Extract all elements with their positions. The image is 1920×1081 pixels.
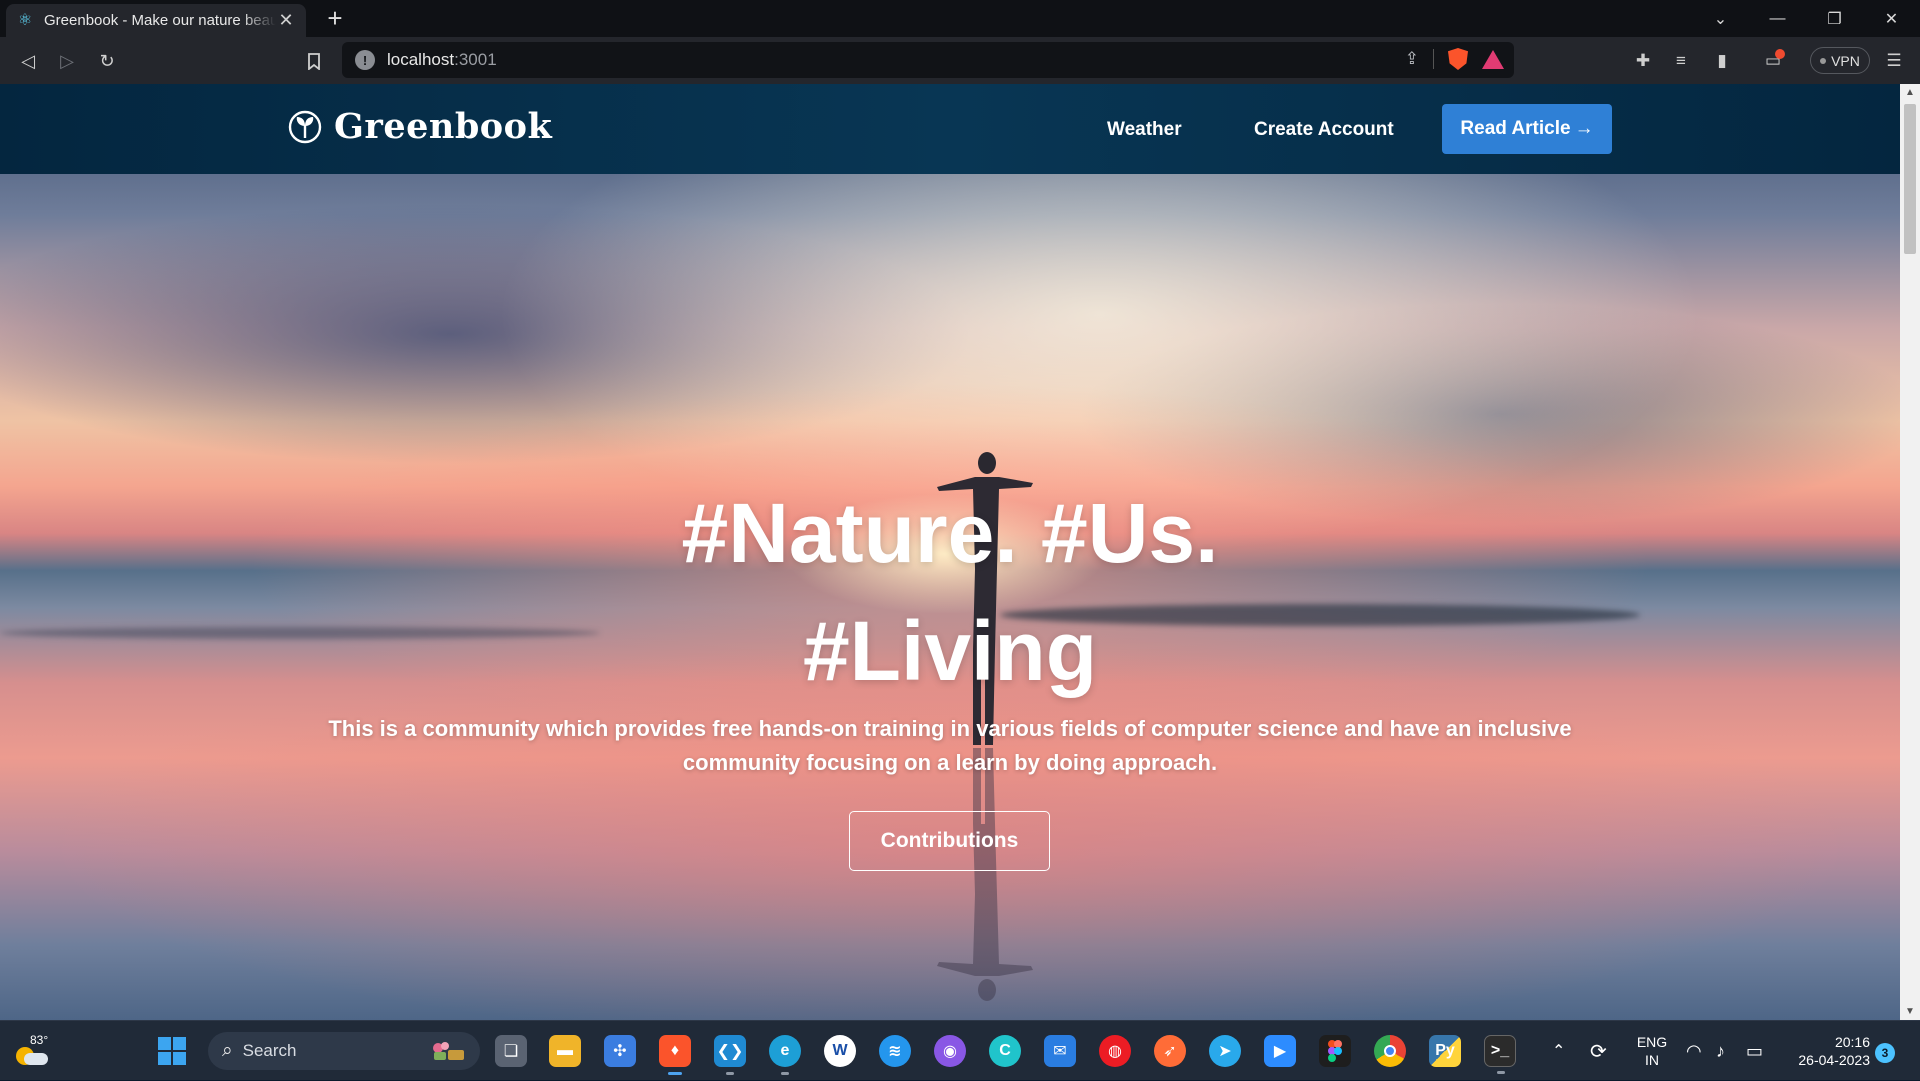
file-explorer-icon[interactable]: ▬ [549, 1035, 581, 1067]
show-hidden-icons-chevron-icon[interactable]: ⌃ [1552, 1021, 1565, 1081]
leaf-logo-icon [288, 110, 322, 143]
bookmark-icon[interactable] [300, 47, 328, 75]
hero-title-line2: #Living [802, 604, 1098, 698]
search-highlight-art-icon [433, 1042, 464, 1060]
volume-icon[interactable]: ♪ [1716, 1021, 1725, 1081]
postman-icon[interactable]: ➶ [1154, 1035, 1186, 1067]
scroll-down-arrow-icon[interactable]: ▼ [1900, 1003, 1920, 1020]
person-reflection [937, 748, 1033, 1001]
canva-icon[interactable]: C [989, 1035, 1021, 1067]
main-menu-icon[interactable]: ☰ [1880, 47, 1908, 75]
clock-time: 20:16 [1834, 1034, 1870, 1050]
task-view-icon[interactable]: ❏ [495, 1035, 527, 1067]
brand-name: Greenbook [334, 106, 553, 147]
vscode-icon[interactable]: ❮❯ [714, 1035, 746, 1075]
scroll-up-arrow-icon[interactable]: ▲ [1900, 84, 1920, 101]
windows-logo-pane [158, 1052, 171, 1065]
hero-subtitle: This is a community which provides free … [328, 716, 1572, 775]
contributions-button[interactable]: Contributions [849, 811, 1050, 871]
back-icon[interactable]: ◁ [14, 47, 42, 75]
page-scrollbar[interactable]: ▲ ▼ [1900, 84, 1920, 1020]
share-icon[interactable]: ⇪ [1405, 49, 1419, 69]
python-icon[interactable]: Py [1429, 1035, 1461, 1067]
read-article-button[interactable]: Read Article → [1442, 104, 1612, 154]
taskbar-search[interactable]: ⌕ Search [208, 1032, 480, 1070]
close-window-icon[interactable]: ✕ [1863, 0, 1920, 37]
chrome-icon[interactable] [1374, 1035, 1406, 1067]
cloud-icon [24, 1053, 48, 1065]
minimize-icon[interactable]: — [1749, 0, 1806, 37]
region-code: IN [1645, 1052, 1659, 1068]
copilot-icon[interactable]: ✣ [604, 1035, 636, 1067]
search-icon: ⌕ [222, 1040, 233, 1061]
windows-logo-pane [173, 1052, 186, 1065]
arrow-right-icon: → [1574, 118, 1594, 139]
zoom-icon[interactable]: ▶ [1264, 1035, 1296, 1067]
playlist-icon[interactable]: ≡ [1667, 47, 1695, 75]
wifi-icon[interactable]: ◠ [1686, 1021, 1702, 1081]
sync-icon[interactable]: ⟳ [1590, 1021, 1607, 1081]
brand-logo-link[interactable]: Greenbook [288, 106, 552, 147]
tab-search-chevron-icon[interactable]: ⌄ [1692, 0, 1749, 37]
vpn-status-dot [1820, 57, 1827, 64]
start-menu-button[interactable] [158, 1037, 186, 1065]
address-bar[interactable]: ! localhost:3001 ⇪ [342, 42, 1514, 78]
restore-icon[interactable]: ❐ [1806, 0, 1863, 37]
window-controls: ⌄ — ❐ ✕ [1692, 0, 1920, 37]
nav-link-create-account[interactable]: Create Account [1254, 119, 1394, 141]
url-text: localhost:3001 [387, 50, 497, 70]
windows-logo-pane [158, 1037, 171, 1050]
site-navbar: Greenbook Weather Create Account Read Ar… [0, 84, 1900, 174]
vpn-button[interactable]: VPN [1810, 47, 1870, 74]
edge-icon[interactable]: e [769, 1035, 801, 1075]
sidebar-icon[interactable]: ▮ [1708, 47, 1736, 75]
new-tab-button[interactable]: + [320, 4, 350, 34]
weather-temperature: 83° [30, 1033, 49, 1047]
tab-close-icon[interactable]: ✕ [276, 10, 296, 31]
browser-tab-active[interactable]: ⚛ Greenbook - Make our nature beautiful … [6, 4, 306, 37]
url-host: localhost [387, 50, 455, 69]
browser-toolbar: ◁ ▷ ↻ ! localhost:3001 ⇪ ✚ ≡ ▮ ▭ VPN ☰ [0, 37, 1920, 84]
forward-icon[interactable]: ▷ [53, 47, 81, 75]
react-favicon-icon: ⚛ [17, 11, 33, 29]
brave-browser-icon[interactable]: ♦ [659, 1035, 691, 1075]
windows-taskbar: 83° ⌕ Search ❏ ▬ ✣ ♦ ❮❯ e W ≋ ◉ C ✉ ◍ ➶ … [0, 1020, 1920, 1080]
wallet-icon[interactable]: ▭ [1759, 47, 1787, 75]
hero-title: #Nature. #Us. #Living [0, 474, 1900, 710]
search-placeholder: Search [242, 1041, 297, 1060]
app-w-icon[interactable]: W [824, 1035, 856, 1067]
telegram-icon[interactable]: ➤ [1209, 1035, 1241, 1067]
battery-icon[interactable]: ▭ [1746, 1021, 1763, 1081]
github-desktop-icon[interactable]: ◉ [934, 1035, 966, 1067]
terminal-icon[interactable]: >_ [1484, 1035, 1516, 1074]
read-article-label: Read Article [1460, 118, 1571, 139]
mail-icon[interactable]: ✉ [1044, 1035, 1076, 1067]
language-code: ENG [1636, 1034, 1668, 1050]
site-info-icon[interactable]: ! [355, 50, 375, 70]
tab-title: Greenbook - Make our nature beautiful [44, 12, 276, 29]
reload-icon[interactable]: ↻ [93, 47, 121, 75]
page-viewport: Greenbook Weather Create Account Read Ar… [0, 84, 1900, 1020]
scroll-thumb[interactable] [1904, 104, 1916, 254]
brave-rewards-icon[interactable] [1482, 49, 1504, 69]
extensions-puzzle-icon[interactable]: ✚ [1629, 47, 1657, 75]
figma-icon[interactable] [1319, 1035, 1351, 1067]
browser-tab-strip: ⚛ Greenbook - Make our nature beautiful … [0, 0, 1920, 37]
hero-title-line1: #Nature. #Us. [681, 486, 1219, 580]
brave-shields-icon[interactable] [1448, 48, 1468, 70]
vpn-label: VPN [1831, 52, 1860, 69]
divider [1433, 49, 1434, 69]
windows-logo-pane [173, 1037, 186, 1050]
nav-link-weather[interactable]: Weather [1107, 119, 1182, 141]
system-clock[interactable]: 20:16 26-04-2023 [1780, 1033, 1870, 1069]
url-port: :3001 [454, 50, 497, 69]
authy-icon[interactable]: ◍ [1099, 1035, 1131, 1067]
clock-date: 26-04-2023 [1798, 1052, 1870, 1068]
wallet-notification-dot [1775, 49, 1785, 59]
weather-widget[interactable]: 83° [12, 1033, 52, 1069]
notification-count-badge[interactable]: 3 [1875, 1043, 1895, 1063]
input-language[interactable]: ENG IN [1634, 1033, 1670, 1069]
docker-icon[interactable]: ≋ [879, 1035, 911, 1067]
